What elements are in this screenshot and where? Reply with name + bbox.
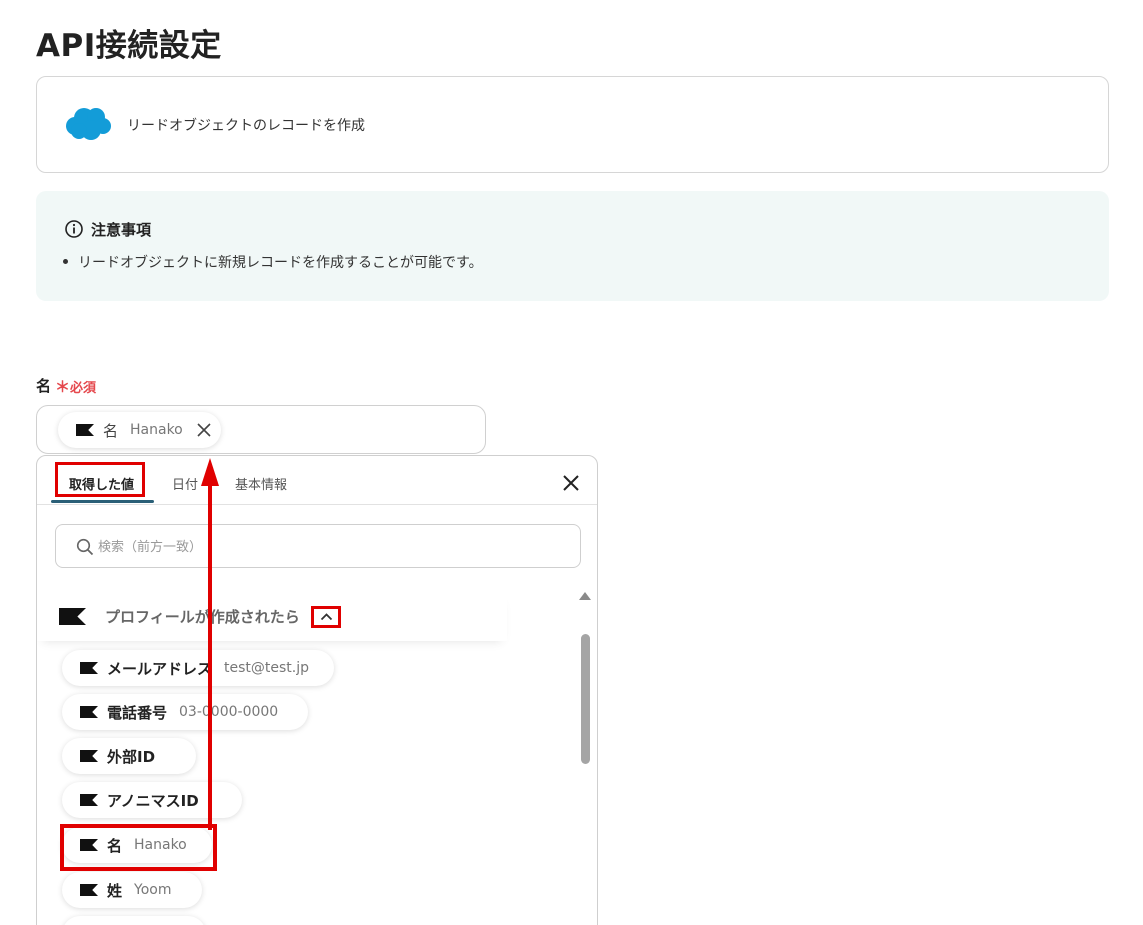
first-name-field[interactable]: 名 Hanako (36, 405, 486, 454)
chip-name: 名 (103, 421, 119, 440)
close-icon[interactable] (562, 474, 580, 492)
list-item[interactable]: 外部ID (62, 738, 196, 774)
item-value: 03-0000-0000 (179, 704, 279, 720)
group-header: プロフィールが作成されたら (37, 591, 507, 641)
field-label: 名 (36, 377, 52, 395)
required-asterisk: ＊ (55, 378, 71, 396)
app-action-card[interactable]: リードオブジェクトのレコードを作成 (36, 76, 1109, 173)
tab-basic-info[interactable]: 基本情報 (235, 474, 287, 493)
list-item[interactable]: 姓 Yoom (62, 872, 202, 908)
close-icon[interactable] (197, 423, 211, 437)
chip-value: Hanako (130, 422, 183, 438)
item-name: 電話番号 (107, 703, 168, 722)
notice-box: 注意事項 リードオブジェクトに新規レコードを作成することが可能です。 (36, 191, 1109, 301)
value-chip[interactable]: 名 Hanako (58, 412, 221, 448)
item-name: メールアドレス (107, 659, 213, 678)
salesforce-cloud-icon (66, 108, 111, 140)
tab-date[interactable]: 日付 (172, 474, 198, 493)
item-value: test@test.jp (224, 660, 310, 676)
highlight-box-tab (55, 462, 145, 497)
scroll-up-arrow[interactable] (579, 592, 591, 600)
info-icon (65, 220, 83, 238)
flag-icon (80, 884, 98, 896)
search-field[interactable] (55, 524, 581, 568)
tab-divider (37, 504, 597, 505)
list-item[interactable] (62, 916, 206, 925)
search-icon (76, 538, 94, 556)
annotation-arrow-head (201, 458, 219, 486)
item-value: Yoom (134, 882, 172, 898)
highlight-box-item (60, 824, 217, 871)
flag-icon (80, 794, 98, 806)
chevron-up-icon (320, 613, 333, 621)
annotation-arrow-line (208, 481, 212, 830)
list-item[interactable]: アノニマスID (62, 782, 242, 818)
scrollbar-thumb[interactable] (581, 634, 590, 764)
notice-item: リードオブジェクトに新規レコードを作成することが可能です。 (78, 255, 483, 271)
page-title: API接続設定 (36, 28, 222, 64)
group-title: プロフィールが作成されたら (105, 608, 300, 626)
flag-icon (59, 608, 86, 625)
collapse-button[interactable] (311, 606, 341, 628)
search-input[interactable] (98, 536, 558, 558)
value-picker-panel: 取得した値 日付 基本情報 プロフィールが作成されたら メールアドレス test… (36, 455, 598, 925)
list-item[interactable]: 電話番号 03-0000-0000 (62, 694, 308, 730)
bullet-dot (63, 259, 68, 264)
list-item[interactable]: メールアドレス test@test.jp (62, 650, 334, 686)
item-name: 姓 (107, 881, 123, 900)
item-name: 外部ID (107, 747, 156, 766)
notice-title: 注意事項 (91, 221, 152, 239)
action-label: リードオブジェクトのレコードを作成 (127, 118, 365, 134)
active-tab-indicator (51, 500, 154, 503)
flag-icon (80, 706, 98, 718)
flag-icon (80, 662, 98, 674)
flag-icon (80, 750, 98, 762)
flag-icon (76, 424, 94, 436)
required-label: 必須 (70, 381, 97, 396)
item-name: アノニマスID (107, 791, 199, 810)
